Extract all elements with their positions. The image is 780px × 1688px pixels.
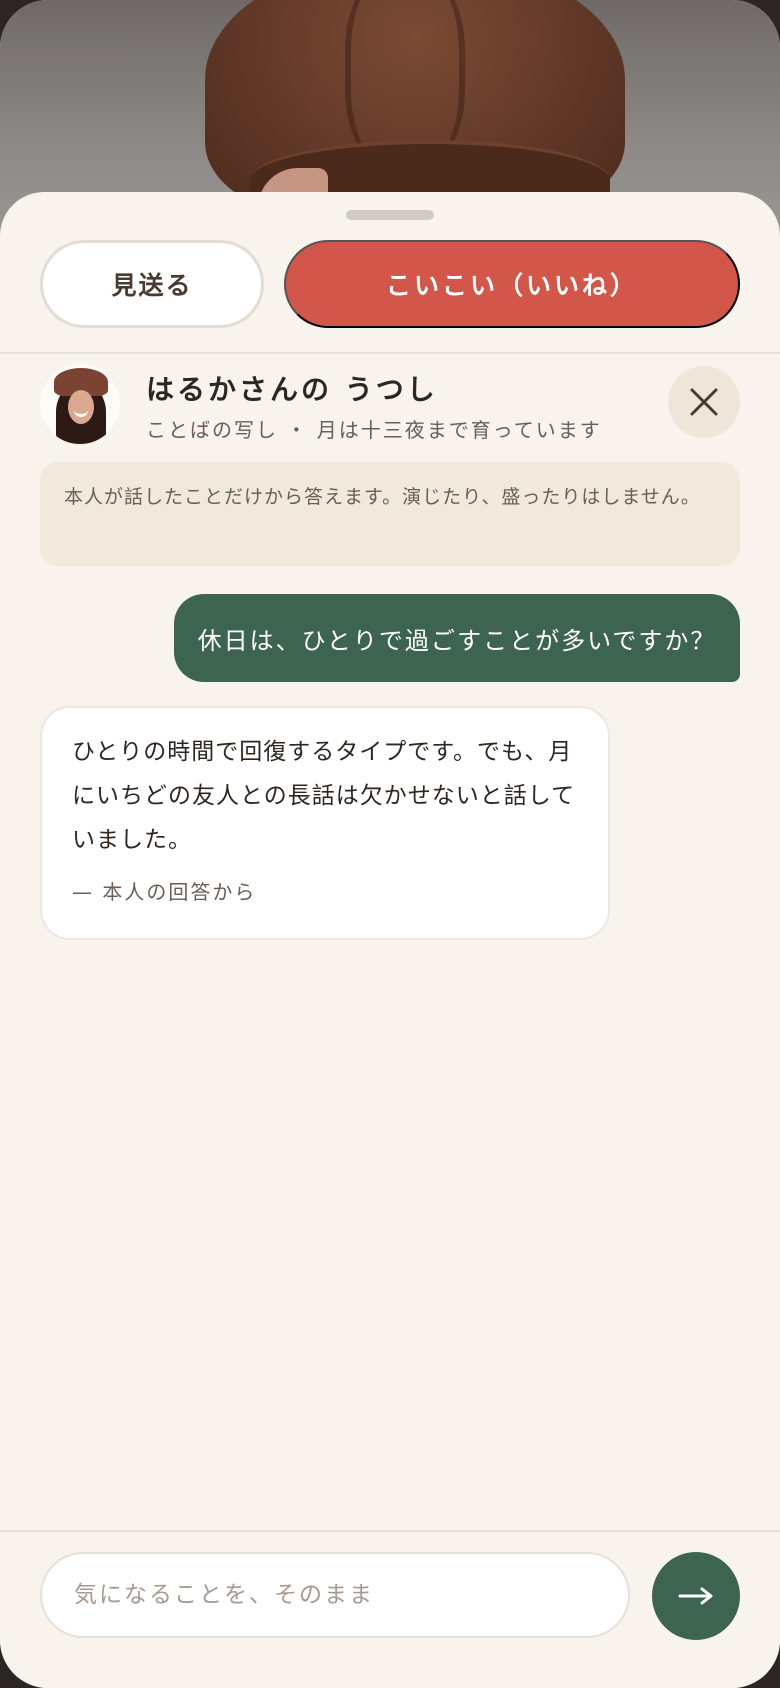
- bottom-sheet: 見送る こいこい（いいね） はるかさんの うつし ことばの写し ・ 月は十三夜ま…: [0, 192, 780, 1688]
- profile-subtitle: ことばの写し ・ 月は十三夜まで育っています: [146, 418, 602, 442]
- sheet-drag-handle[interactable]: [346, 210, 434, 220]
- profile-name: はるかさんの うつし: [146, 373, 438, 406]
- close-icon: [690, 388, 718, 416]
- bot-message: ひとりの時間で回復するタイプです。でも、月にいちどの友人との長話は欠かせないと話…: [40, 706, 610, 940]
- composer-divider: [0, 1530, 780, 1532]
- app-screen: 見送る こいこい（いいね） はるかさんの うつし ことばの写し ・ 月は十三夜ま…: [0, 0, 780, 1688]
- avatar-face: [68, 390, 94, 424]
- notice-banner: 本人が話したことだけから答えます。演じたり、盛ったりはしません。: [40, 462, 740, 566]
- close-button[interactable]: [668, 366, 740, 438]
- bot-message-text: ひとりの時間で回復するタイプです。でも、月にいちどの友人との長話は欠かせないと話…: [72, 739, 576, 853]
- send-button[interactable]: [652, 1552, 740, 1640]
- avatar: [40, 364, 120, 444]
- divider: [0, 352, 780, 354]
- like-button[interactable]: こいこい（いいね）: [284, 240, 740, 328]
- bot-message-source: — 本人の回答から: [72, 880, 257, 904]
- message-input[interactable]: [40, 1552, 630, 1638]
- user-message: 休日は、ひとりで過ごすことが多いですか？: [174, 594, 740, 682]
- pass-button[interactable]: 見送る: [40, 240, 264, 328]
- arrow-right-icon: [678, 1587, 713, 1605]
